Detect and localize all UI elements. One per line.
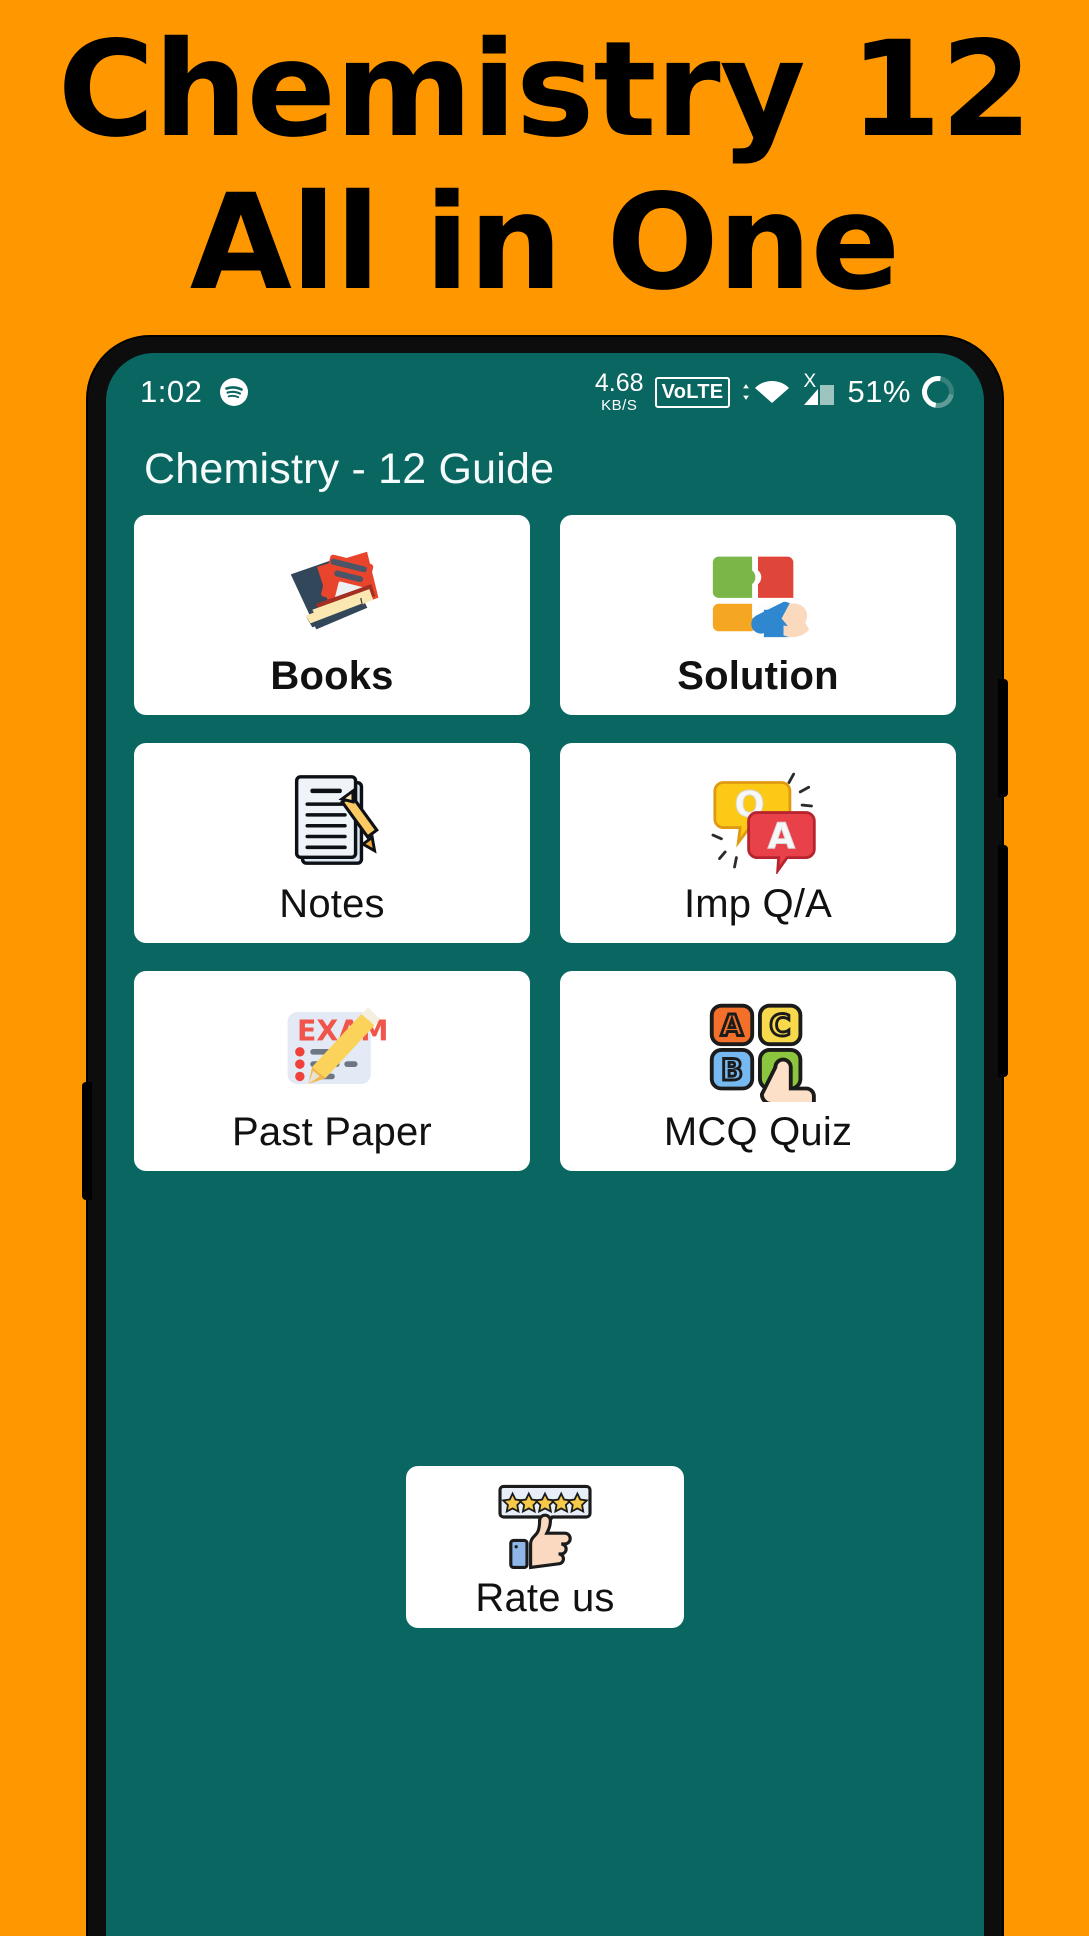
menu-item-books[interactable]: Books: [134, 515, 530, 715]
network-speed-value: 4.68: [594, 369, 644, 397]
menu-item-label: MCQ Quiz: [663, 1110, 853, 1154]
svg-text:A: A: [768, 816, 796, 857]
promo-headline: Chemistry 12 All in One: [0, 13, 1089, 321]
promo-headline-line2: All in One: [189, 166, 901, 321]
svg-text:B: B: [721, 1053, 743, 1087]
spotify-icon: [219, 377, 249, 407]
battery-ring-icon: [915, 369, 961, 415]
phone-right-button-lower[interactable]: [998, 845, 1008, 1077]
menu-item-past-paper[interactable]: EXAM Past Paper: [134, 971, 530, 1171]
phone-mockup-frame: 1:02 4.68 KB/S VoLTE X 51% Chemistry - 1…: [82, 337, 1008, 1936]
network-speed-indicator: 4.68 KB/S: [594, 369, 644, 414]
menu-item-label: Books: [270, 654, 394, 698]
page-title: Chemistry - 12 Guide: [144, 444, 555, 493]
app-bar: Chemistry - 12 Guide: [106, 425, 984, 513]
menu-item-label: Notes: [279, 882, 385, 926]
signal-bars-icon: X: [802, 371, 836, 407]
menu-item-imp-qa[interactable]: Q A Imp Q/A: [560, 743, 956, 943]
promo-headline-line1: Chemistry 12: [57, 13, 1033, 167]
menu-item-label: Solution: [677, 654, 839, 698]
phone-screen: 1:02 4.68 KB/S VoLTE X 51% Chemistry - 1…: [106, 353, 984, 1936]
menu-item-mcq-quiz[interactable]: A C B MCQ Quiz: [560, 971, 956, 1171]
mcq-abc-hand-icon: A C B: [693, 990, 823, 1108]
menu-item-rate-us[interactable]: Rate us: [406, 1466, 684, 1628]
exam-paper-pencil-icon: EXAM: [267, 990, 397, 1108]
wifi-icon: [741, 377, 791, 407]
rate-us-row: Rate us: [106, 1466, 984, 1628]
menu-item-label: Past Paper: [232, 1110, 432, 1154]
menu-item-solution[interactable]: Solution: [560, 515, 956, 715]
status-bar: 1:02 4.68 KB/S VoLTE X 51%: [106, 353, 984, 425]
volte-badge: VoLTE: [654, 376, 731, 408]
books-icon: [267, 534, 397, 652]
svg-text:C: C: [770, 1009, 791, 1043]
menu-item-notes[interactable]: Notes: [134, 743, 530, 943]
status-bar-right: 4.68 KB/S VoLTE X 51%: [594, 369, 961, 415]
notes-pencil-icon: [267, 762, 397, 880]
rate-us-label: Rate us: [475, 1576, 615, 1620]
thumbs-up-stars-icon: [490, 1476, 600, 1576]
phone-left-button[interactable]: [82, 1082, 92, 1200]
menu-item-label: Imp Q/A: [683, 882, 833, 926]
menu-grid: Books Solution Notes Q A Imp Q/A EXAM Pa…: [106, 515, 984, 1171]
phone-right-button-upper[interactable]: [998, 679, 1008, 797]
puzzle-hand-icon: [693, 534, 823, 652]
status-time: 1:02: [140, 374, 203, 409]
battery-percent: 51%: [847, 374, 911, 409]
svg-text:A: A: [721, 1009, 744, 1043]
network-speed-unit: KB/S: [601, 397, 638, 414]
qa-speech-bubbles-icon: Q A: [693, 762, 823, 880]
status-bar-left: 1:02: [140, 374, 249, 410]
